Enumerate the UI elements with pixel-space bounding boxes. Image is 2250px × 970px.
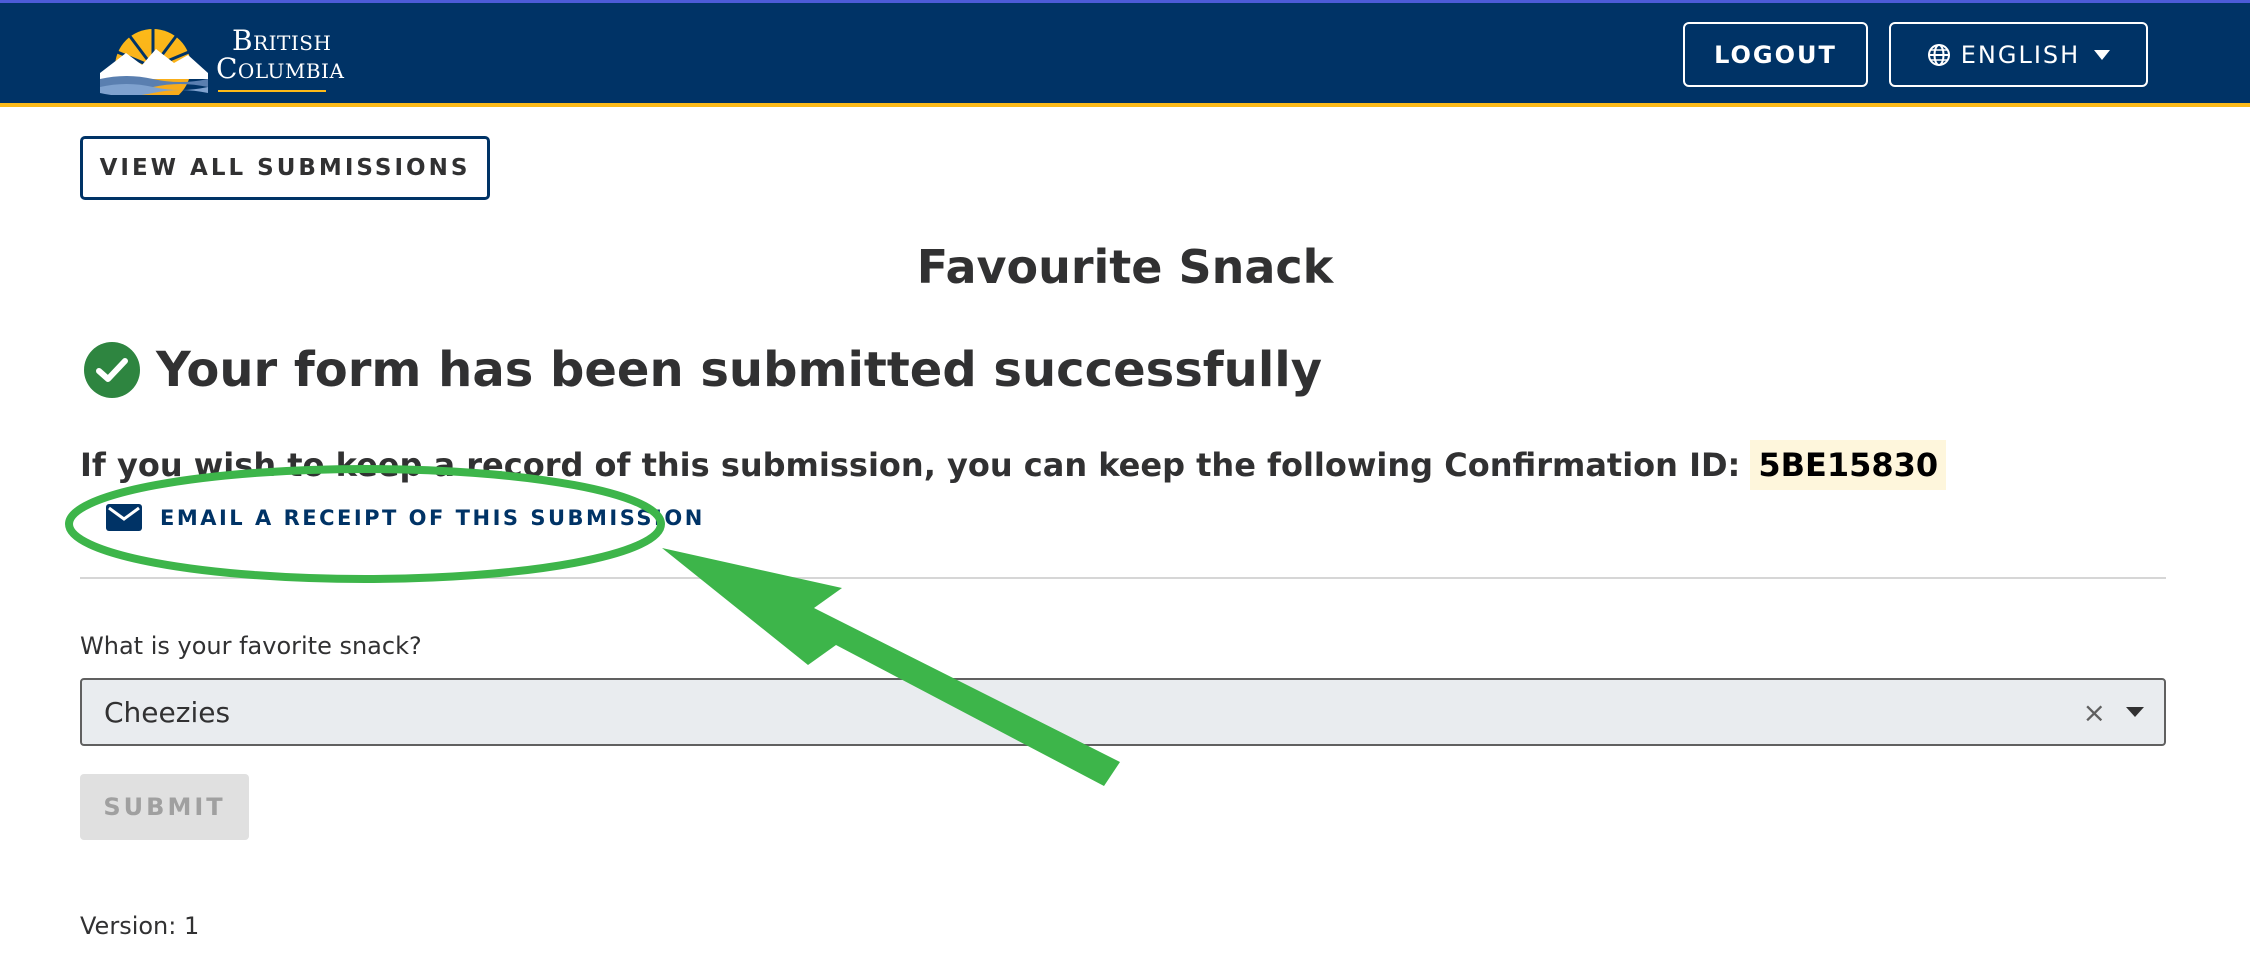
snack-question-label: What is your favorite snack? [80, 632, 422, 660]
confirmation-id: 5BE15830 [1750, 440, 1947, 490]
clear-icon[interactable]: × [2083, 696, 2106, 729]
confirmation-text: If you wish to keep a record of this sub… [80, 446, 1741, 484]
view-all-submissions-button[interactable]: VIEW ALL SUBMISSIONS [80, 136, 490, 200]
check-circle-icon [84, 342, 140, 398]
logo-line-2: Columbia [216, 52, 345, 85]
logo-underline [218, 90, 326, 92]
success-message: Your form has been submitted successfull… [156, 342, 1323, 398]
globe-icon [1927, 43, 1950, 66]
submit-button: SUBMIT [80, 774, 249, 840]
logo-wordmark: British Columbia [216, 27, 344, 83]
page: British Columbia LOGOUT ENGLISH VIEW ALL… [0, 0, 2250, 970]
view-all-label: VIEW ALL SUBMISSIONS [99, 155, 471, 181]
form-title: Favourite Snack [916, 240, 1334, 294]
caret-down-icon [2094, 49, 2111, 60]
version-text: Version: 1 [80, 912, 200, 940]
snack-select[interactable]: Cheezies × [80, 678, 2166, 746]
bc-sun-logo-icon [100, 23, 208, 95]
logo-line-1: British [232, 24, 332, 57]
bc-gov-logo[interactable]: British Columbia [96, 13, 396, 95]
envelope-icon [106, 504, 142, 531]
section-divider [80, 577, 2166, 579]
submit-label: SUBMIT [103, 793, 226, 821]
email-receipt-button[interactable]: EMAIL A RECEIPT OF THIS SUBMISSION [106, 504, 705, 531]
chevron-down-icon[interactable] [2126, 707, 2144, 717]
confirmation-row: If you wish to keep a record of this sub… [80, 440, 1947, 490]
language-label: ENGLISH [1960, 40, 2081, 69]
top-header: British Columbia LOGOUT ENGLISH [0, 0, 2250, 107]
language-dropdown[interactable]: ENGLISH [1889, 22, 2148, 87]
snack-select-value: Cheezies [104, 695, 231, 729]
email-receipt-label: EMAIL A RECEIPT OF THIS SUBMISSION [160, 505, 705, 530]
logout-button[interactable]: LOGOUT [1683, 22, 1868, 87]
success-banner: Your form has been submitted successfull… [84, 342, 1322, 398]
logout-label: LOGOUT [1714, 40, 1837, 69]
pointer-arrow [662, 548, 1120, 786]
